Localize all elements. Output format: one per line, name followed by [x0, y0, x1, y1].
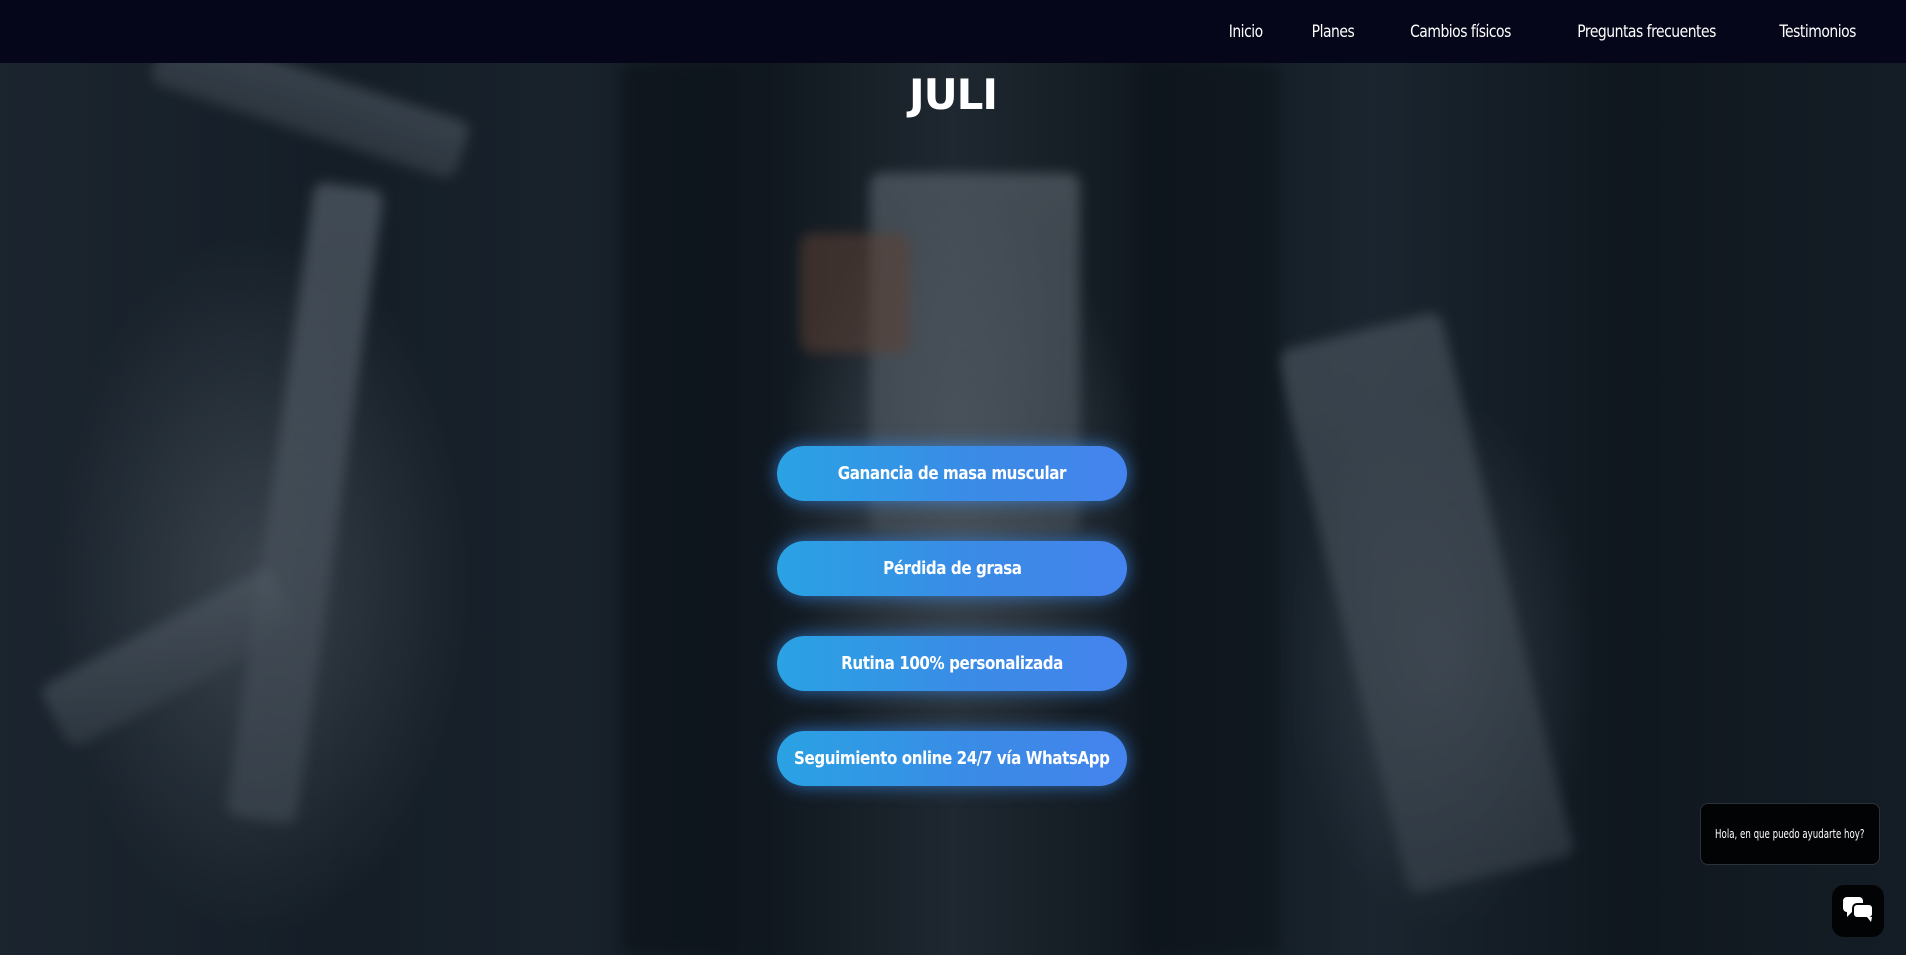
nav-item-inicio[interactable]: Inicio [1229, 22, 1263, 42]
fat-loss-button-label: Pérdida de grasa [882, 558, 1022, 579]
brand-title: JULI [908, 70, 998, 119]
nav-item-testimonios[interactable]: Testimonios [1779, 22, 1856, 42]
nav-item-planes[interactable]: Planes [1311, 22, 1354, 42]
whatsapp-tracking-button-label: Seguimiento online 24/7 vía WhatsApp [794, 748, 1110, 769]
muscle-gain-button-label: Ganancia de masa muscular [837, 463, 1067, 484]
nav-item-cambios-fisicos[interactable]: Cambios físicos [1410, 22, 1511, 42]
muscle-gain-button[interactable]: Ganancia de masa muscular [777, 446, 1127, 501]
nav-item-preguntas-frecuentes[interactable]: Preguntas frecuentes [1577, 22, 1716, 42]
chat-greeting-bubble[interactable]: Hola, en que puedo ayudarte hoy? [1700, 803, 1880, 865]
chat-bubbles-icon [1841, 894, 1875, 929]
whatsapp-tracking-button[interactable]: Seguimiento online 24/7 vía WhatsApp [777, 731, 1127, 786]
landing-page: Inicio Planes Cambios físicos Preguntas … [0, 0, 1906, 955]
main-nav: Inicio Planes Cambios físicos Preguntas … [1225, 0, 1864, 63]
chat-open-button[interactable] [1832, 885, 1884, 937]
top-navigation-bar: Inicio Planes Cambios físicos Preguntas … [0, 0, 1906, 63]
service-buttons: Ganancia de masa muscular Pérdida de gra… [777, 446, 1127, 826]
fat-loss-button[interactable]: Pérdida de grasa [777, 541, 1127, 596]
custom-routine-button-label: Rutina 100% personalizada [841, 653, 1063, 674]
custom-routine-button[interactable]: Rutina 100% personalizada [777, 636, 1127, 691]
chat-greeting-text: Hola, en que puedo ayudarte hoy? [1715, 827, 1865, 841]
